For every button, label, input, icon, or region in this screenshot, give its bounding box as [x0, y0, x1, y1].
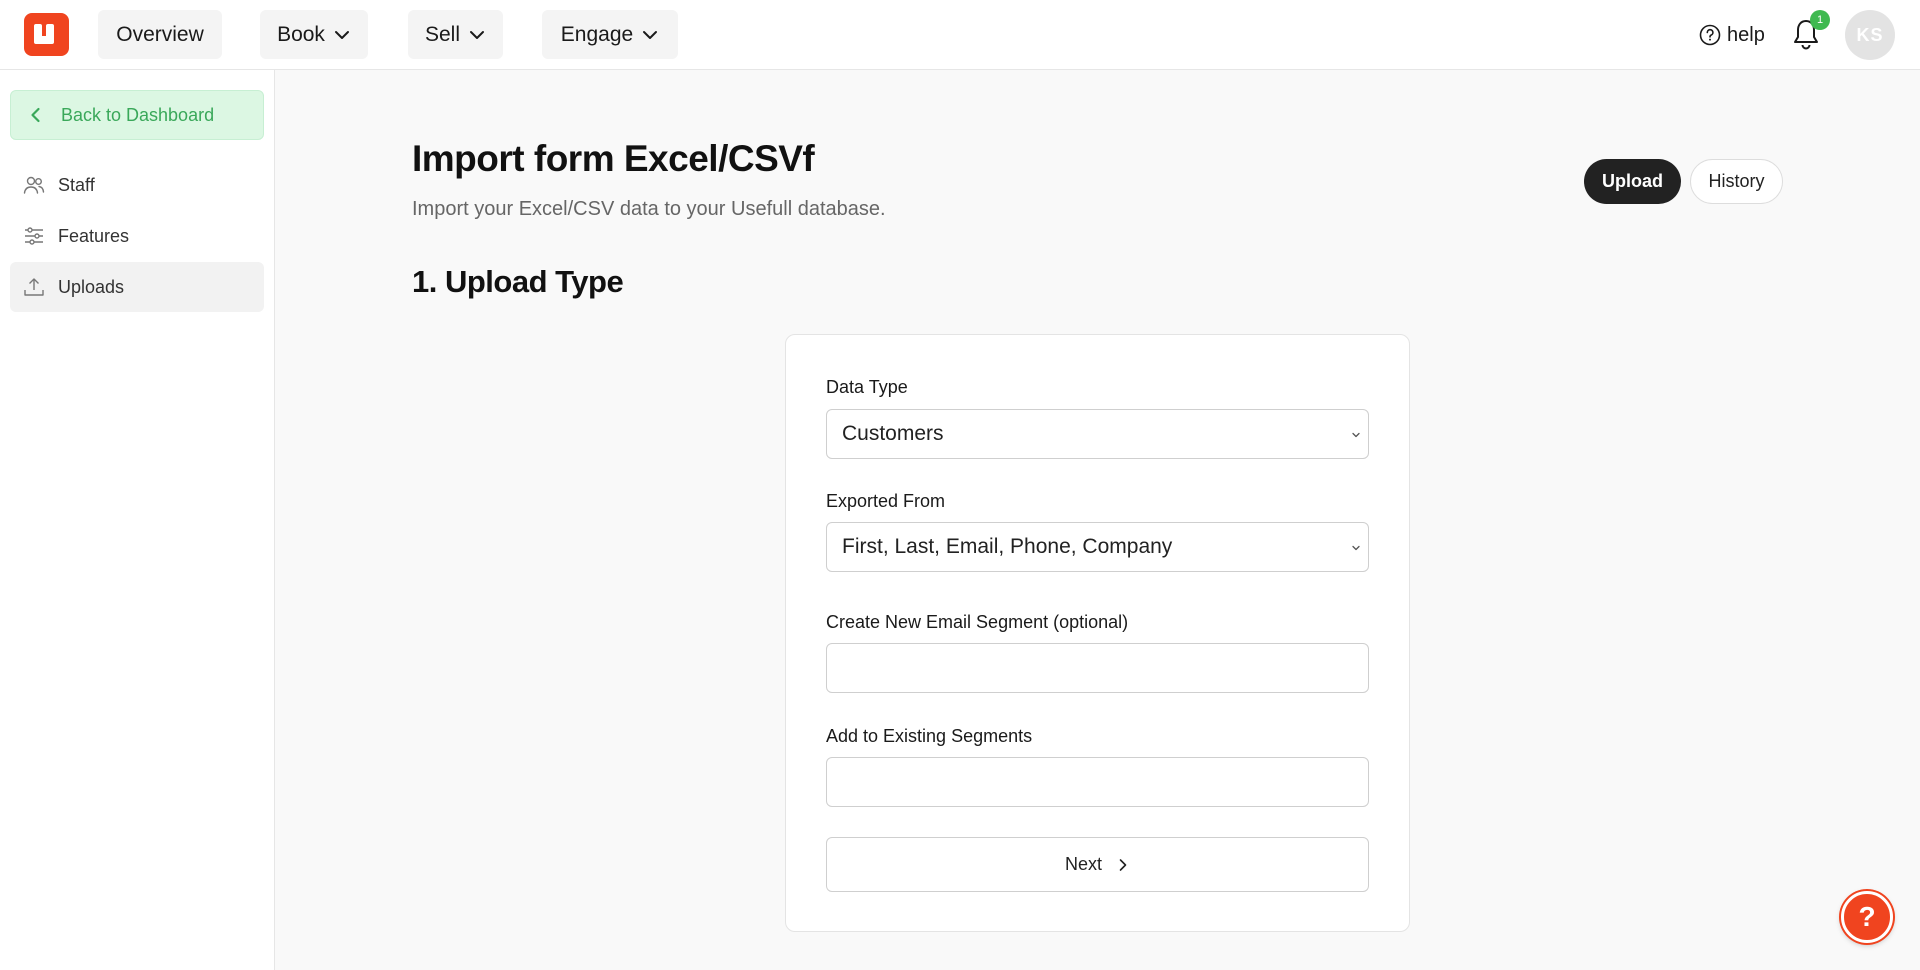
nav-overview[interactable]: Overview [98, 10, 222, 59]
chevron-right-icon [1119, 858, 1127, 871]
sidebar-item-label: Features [58, 225, 130, 246]
page-subtitle: Import your Excel/CSV data to your Usefu… [412, 198, 886, 220]
chevron-down-icon [1352, 432, 1360, 438]
avatar[interactable]: KS [1845, 10, 1895, 60]
sliders-icon [25, 227, 43, 245]
question-circle-icon [1699, 24, 1721, 46]
new-segment-label: Create New Email Segment (optional) [826, 612, 1129, 632]
sidebar-item-features[interactable]: Features [10, 211, 264, 261]
existing-segments-label: Add to Existing Segments [826, 726, 1033, 746]
nav-engage[interactable]: Engage [542, 10, 678, 59]
sidebar-item-label: Uploads [58, 276, 125, 297]
section-title: 1. Upload Type [412, 264, 624, 299]
app-logo[interactable] [24, 13, 69, 56]
chevron-down-icon [643, 30, 658, 39]
chevron-down-icon [334, 30, 349, 39]
nav-book-label: Book [277, 22, 325, 46]
nav-sell[interactable]: Sell [408, 10, 503, 59]
sidebar-item-uploads[interactable]: Uploads [10, 262, 264, 312]
page-title: Import form Excel/CSVf [412, 138, 815, 179]
data-type-label: Data Type [826, 377, 908, 397]
data-type-value: Customers [842, 422, 944, 445]
nav-sell-label: Sell [424, 22, 461, 46]
help-label: help [1727, 23, 1765, 46]
sidebar-item-label: Staff [58, 174, 95, 195]
new-segment-input[interactable] [826, 643, 1369, 693]
tab-upload[interactable]: Upload [1584, 159, 1681, 204]
help-link[interactable]: help [1699, 20, 1765, 50]
exported-from-select[interactable]: First, Last, Email, Phone, Company [826, 522, 1369, 572]
back-to-dashboard-label: Back to Dashboard [61, 104, 215, 125]
nav-overview-label: Overview [116, 22, 204, 46]
help-fab-button[interactable]: ? [1841, 891, 1893, 943]
logo-icon [34, 24, 54, 44]
existing-segments-input[interactable] [826, 757, 1369, 807]
next-label: Next [1064, 854, 1102, 874]
chevron-left-icon [31, 107, 40, 123]
nav-book[interactable]: Book [260, 10, 368, 59]
chevron-down-icon [470, 30, 485, 39]
sidebar: Back to Dashboard Staff Features Uploads [0, 70, 275, 970]
exported-from-label: Exported From [826, 491, 946, 511]
exported-from-value: First, Last, Email, Phone, Company [842, 535, 1173, 558]
top-navigation-bar: Overview Book Sell Engage help 1 KS [0, 0, 1920, 70]
sidebar-item-staff[interactable]: Staff [10, 160, 264, 210]
notification-badge: 1 [1810, 10, 1830, 30]
data-type-select[interactable]: Customers [826, 409, 1369, 459]
users-icon [23, 176, 45, 194]
chevron-down-icon [1352, 545, 1360, 551]
next-button[interactable]: Next [826, 837, 1369, 892]
tab-history[interactable]: History [1690, 159, 1783, 204]
upload-icon [24, 278, 44, 296]
nav-engage-label: Engage [560, 22, 634, 46]
back-to-dashboard-button[interactable]: Back to Dashboard [10, 90, 264, 140]
